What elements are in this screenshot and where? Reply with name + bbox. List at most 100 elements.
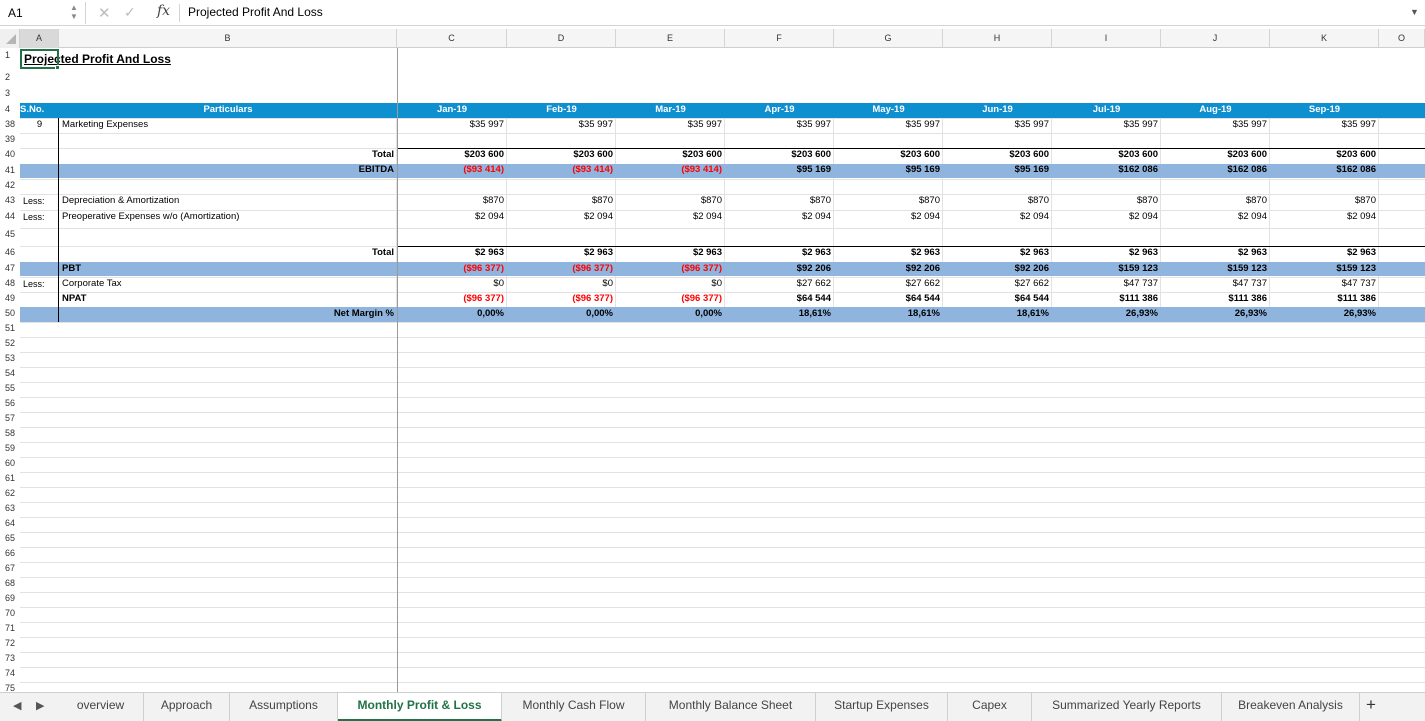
value-cell[interactable]: $203 600 (507, 149, 616, 163)
value-cell[interactable]: ($93 414) (397, 164, 507, 178)
x-icon[interactable]: ✕ (98, 4, 111, 22)
column-header-i[interactable]: I (1052, 29, 1161, 48)
row-header-65[interactable]: 65 (0, 533, 20, 543)
formula-input[interactable]: Projected Profit And Loss (188, 5, 323, 19)
value-cell[interactable]: $92 206 (834, 263, 943, 277)
column-header-o[interactable]: O (1379, 29, 1425, 48)
value-cell[interactable]: $203 600 (1052, 149, 1161, 163)
column-header-e[interactable]: E (616, 29, 725, 48)
sheet-tab-capex[interactable]: Capex (948, 693, 1032, 721)
row-header-41[interactable]: 41 (0, 165, 20, 175)
value-cell[interactable]: $35 997 (616, 119, 725, 133)
value-cell[interactable]: $203 600 (1270, 149, 1379, 163)
value-cell[interactable]: $27 662 (725, 278, 834, 292)
value-cell[interactable]: $64 544 (725, 293, 834, 307)
value-cell[interactable]: $64 544 (834, 293, 943, 307)
scroll-tabs-left-icon[interactable]: ◀ (13, 699, 21, 712)
value-cell[interactable]: 18,61% (834, 308, 943, 322)
value-cell[interactable]: $870 (943, 195, 1052, 209)
value-cell[interactable]: $162 086 (1270, 164, 1379, 178)
row-header-3[interactable]: 3 (0, 88, 20, 98)
value-cell[interactable]: $64 544 (943, 293, 1052, 307)
column-header-j[interactable]: J (1161, 29, 1270, 48)
value-cell[interactable]: $47 737 (1161, 278, 1270, 292)
value-cell[interactable]: $47 737 (1052, 278, 1161, 292)
value-cell[interactable]: $47 737 (1270, 278, 1379, 292)
value-cell[interactable]: $2 094 (1270, 211, 1379, 225)
check-icon[interactable]: ✓ (124, 4, 136, 21)
value-cell[interactable]: ($96 377) (397, 293, 507, 307)
row-header-38[interactable]: 38 (0, 119, 20, 129)
value-cell[interactable]: $2 094 (834, 211, 943, 225)
fx-icon[interactable]: fx (157, 3, 170, 19)
value-cell[interactable]: ($96 377) (616, 293, 725, 307)
column-header-c[interactable]: C (397, 29, 507, 48)
value-cell[interactable]: $0 (397, 278, 507, 292)
value-cell[interactable]: $159 123 (1270, 263, 1379, 277)
sheet-tab-monthly-balance-sheet[interactable]: Monthly Balance Sheet (646, 693, 816, 721)
value-cell[interactable]: $2 094 (397, 211, 507, 225)
value-cell[interactable]: ($93 414) (507, 164, 616, 178)
value-cell[interactable]: $159 123 (1052, 263, 1161, 277)
row-header-71[interactable]: 71 (0, 623, 20, 633)
value-cell[interactable]: $35 997 (1270, 119, 1379, 133)
value-cell[interactable]: $162 086 (1161, 164, 1270, 178)
row-header-70[interactable]: 70 (0, 608, 20, 618)
row-header-61[interactable]: 61 (0, 473, 20, 483)
sheet-tab-breakeven-analysis[interactable]: Breakeven Analysis (1222, 693, 1360, 721)
value-cell[interactable]: $203 600 (834, 149, 943, 163)
value-cell[interactable]: $2 963 (725, 247, 834, 261)
row-header-74[interactable]: 74 (0, 668, 20, 678)
value-cell[interactable]: $203 600 (397, 149, 507, 163)
value-cell[interactable]: $2 963 (1270, 247, 1379, 261)
value-cell[interactable]: $870 (725, 195, 834, 209)
value-cell[interactable]: $35 997 (943, 119, 1052, 133)
row-header-53[interactable]: 53 (0, 353, 20, 363)
chevron-down-icon[interactable]: ▼ (1410, 7, 1419, 17)
row-header-46[interactable]: 46 (0, 247, 20, 257)
value-cell[interactable]: $35 997 (725, 119, 834, 133)
value-cell[interactable]: $95 169 (943, 164, 1052, 178)
value-cell[interactable]: $27 662 (834, 278, 943, 292)
row-header-47[interactable]: 47 (0, 263, 20, 273)
value-cell[interactable]: $2 963 (616, 247, 725, 261)
value-cell[interactable]: $92 206 (943, 263, 1052, 277)
value-cell[interactable]: 26,93% (1052, 308, 1161, 322)
value-cell[interactable]: $2 094 (1161, 211, 1270, 225)
row-header-60[interactable]: 60 (0, 458, 20, 468)
row-header-56[interactable]: 56 (0, 398, 20, 408)
value-cell[interactable]: ($96 377) (507, 263, 616, 277)
value-cell[interactable]: $2 963 (397, 247, 507, 261)
row-header-43[interactable]: 43 (0, 195, 20, 205)
row-header-59[interactable]: 59 (0, 443, 20, 453)
value-cell[interactable]: $203 600 (1161, 149, 1270, 163)
sheet-tab-monthly-cash-flow[interactable]: Monthly Cash Flow (502, 693, 646, 721)
value-cell[interactable]: ($96 377) (616, 263, 725, 277)
sheet-tab-approach[interactable]: Approach (144, 693, 230, 721)
sheet-tab-overview[interactable]: overview (58, 693, 144, 721)
row-header-55[interactable]: 55 (0, 383, 20, 393)
row-header-63[interactable]: 63 (0, 503, 20, 513)
value-cell[interactable]: $35 997 (507, 119, 616, 133)
value-cell[interactable]: $870 (1270, 195, 1379, 209)
row-header-64[interactable]: 64 (0, 518, 20, 528)
scroll-tabs-right-icon[interactable]: ▶ (36, 699, 44, 712)
value-cell[interactable]: $203 600 (943, 149, 1052, 163)
value-cell[interactable]: 26,93% (1270, 308, 1379, 322)
value-cell[interactable]: 18,61% (943, 308, 1052, 322)
value-cell[interactable]: 0,00% (616, 308, 725, 322)
value-cell[interactable]: $95 169 (725, 164, 834, 178)
column-header-h[interactable]: H (943, 29, 1052, 48)
value-cell[interactable]: $0 (616, 278, 725, 292)
row-header-1[interactable]: 1 (0, 50, 20, 60)
fill-handle[interactable] (55, 65, 60, 70)
row-header-40[interactable]: 40 (0, 149, 20, 159)
row-header-45[interactable]: 45 (0, 229, 20, 239)
row-header-50[interactable]: 50 (0, 308, 20, 318)
select-all-corner[interactable] (0, 29, 20, 48)
value-cell[interactable]: $870 (397, 195, 507, 209)
value-cell[interactable]: $159 123 (1161, 263, 1270, 277)
value-cell[interactable]: $870 (1161, 195, 1270, 209)
column-header-b[interactable]: B (59, 29, 397, 48)
column-header-d[interactable]: D (507, 29, 616, 48)
